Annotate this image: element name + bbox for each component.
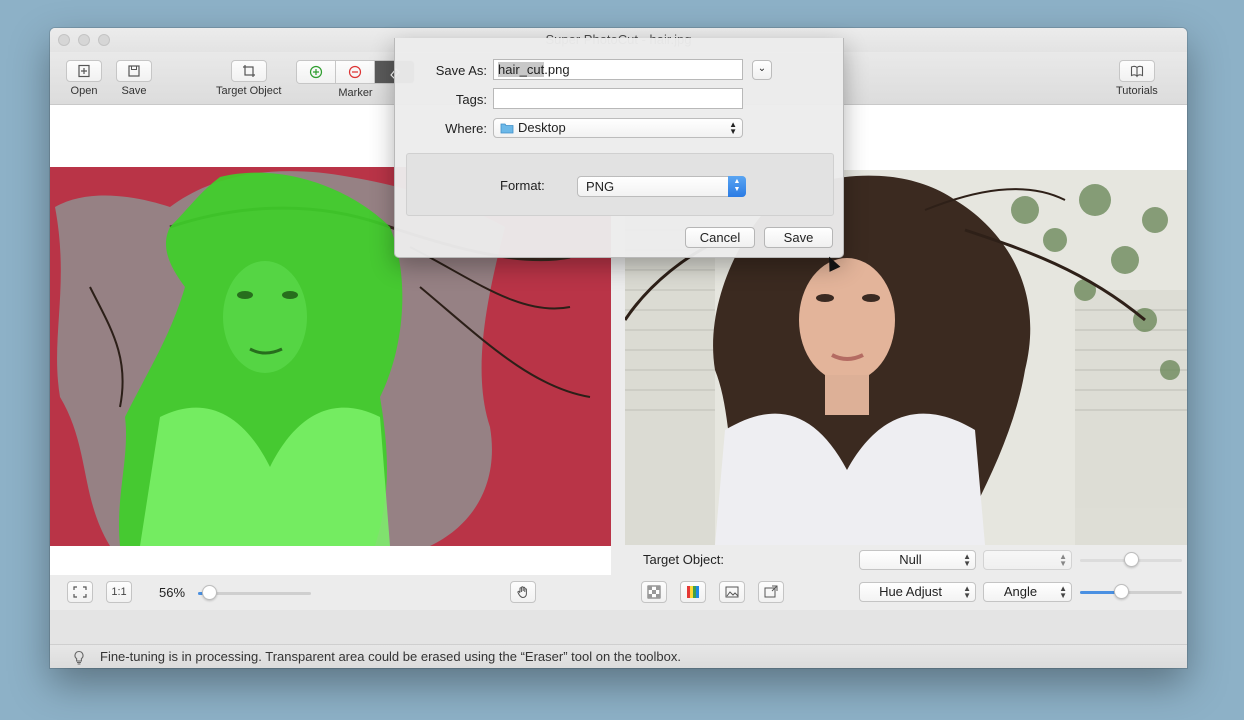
filename-field[interactable]: hair_cut.png <box>493 59 743 80</box>
save-icon <box>128 65 140 77</box>
close-window-button[interactable] <box>58 34 70 46</box>
top-slider-knob[interactable] <box>1124 552 1139 567</box>
filename-selected-text: hair_cut <box>498 62 545 77</box>
folder-icon <box>500 123 514 134</box>
transparent-bg-button[interactable] <box>641 581 667 603</box>
shutter-left <box>625 210 715 545</box>
hand-icon <box>517 586 527 599</box>
tags-field[interactable] <box>493 88 743 109</box>
book-icon <box>1130 65 1143 78</box>
filename-extension: .png <box>544 62 570 77</box>
image-icon <box>725 586 739 598</box>
target-object-value: Null <box>899 552 922 567</box>
target-object-label: Target Object <box>216 85 282 97</box>
result-controls: Target Object: Null ▲ ▼ ▲ ▼ Hue Adjust ▲ ▼ … <box>625 545 1187 610</box>
angle-value: Angle <box>1003 584 1038 599</box>
select-arrows-icon: ▲ ▼ <box>1059 584 1067 600</box>
angle-select[interactable]: Angle ▲ ▼ <box>983 582 1072 602</box>
format-label: Format: <box>500 178 545 193</box>
expand-dialog-button[interactable]: ⌄ <box>752 60 772 80</box>
select-arrows-icon: ▲ ▼ <box>963 552 971 568</box>
tutorials-label: Tutorials <box>1116 85 1158 97</box>
checkerboard-icon <box>647 585 661 599</box>
secondary-select[interactable]: ▲ ▼ <box>983 550 1072 570</box>
zoom-window-button[interactable] <box>98 34 110 46</box>
target-object-select[interactable]: Null ▲ ▼ <box>859 550 976 570</box>
popup-arrows-icon: ▲ ▼ <box>728 176 746 197</box>
hue-adjust-value: Hue Adjust <box>879 584 942 599</box>
target-object-label: Target Object: <box>643 552 724 567</box>
add-marker-button[interactable] <box>297 61 336 83</box>
fullscreen-icon <box>73 586 87 598</box>
popup-arrows-icon: ▲ ▼ <box>729 120 737 136</box>
actual-size-button[interactable]: 1:1 <box>106 581 132 603</box>
source-controls: 1:1 56% <box>50 575 611 610</box>
color-spectrum-icon <box>687 586 699 598</box>
hue-adjust-select[interactable]: Hue Adjust ▲ ▼ <box>859 582 976 602</box>
plus-circle-icon <box>309 65 323 79</box>
minimize-window-button[interactable] <box>78 34 90 46</box>
save-as-label: Save As: <box>435 63 487 78</box>
bottom-slider-knob[interactable] <box>1113 584 1129 599</box>
bottom-spacer <box>50 610 1187 644</box>
export-bg-button[interactable] <box>758 581 784 603</box>
save-label: Save <box>121 85 147 97</box>
crop-icon <box>242 65 255 77</box>
dialog-save-button[interactable]: Save <box>764 227 833 248</box>
chevron-down-icon: ⌄ <box>757 63 767 74</box>
dialog-save-label: Save <box>783 230 814 245</box>
target-object-button[interactable] <box>230 60 267 82</box>
status-message: Fine-tuning is in processing. Transparen… <box>100 649 682 664</box>
where-popup[interactable]: Desktop ▲ ▼ <box>493 118 743 138</box>
zoom-slider-knob[interactable] <box>202 585 218 600</box>
open-label: Open <box>70 85 98 97</box>
target-object-tool[interactable]: Target Object <box>216 60 281 97</box>
image-bg-button[interactable] <box>719 581 745 603</box>
open-file-icon <box>78 64 90 78</box>
cancel-button[interactable]: Cancel <box>685 227 755 248</box>
open-tool[interactable]: Open <box>66 60 102 97</box>
zoom-percentage: 56% <box>159 585 186 600</box>
minus-circle-icon <box>348 65 362 79</box>
where-label: Where: <box>445 121 487 136</box>
remove-marker-button[interactable] <box>336 61 375 83</box>
cancel-label: Cancel <box>699 230 741 245</box>
where-value: Desktop <box>518 120 566 135</box>
tutorials-button[interactable] <box>1118 60 1155 82</box>
select-arrows-icon: ▲ ▼ <box>963 584 971 600</box>
status-bar: Fine-tuning is in processing. Transparen… <box>50 644 1187 668</box>
format-options-box: Format: PNG ▲ ▼ <box>406 153 834 216</box>
select-arrows-icon: ▲ ▼ <box>1059 552 1067 568</box>
actual-size-label: 1:1 <box>111 586 127 598</box>
hand-tool-button[interactable] <box>510 581 536 603</box>
format-popup[interactable]: PNG ▲ ▼ <box>577 176 746 197</box>
save-button[interactable] <box>116 60 152 82</box>
save-tool[interactable]: Save <box>116 60 152 97</box>
image-export-icon <box>764 585 778 598</box>
tutorials-tool[interactable]: Tutorials <box>1116 60 1158 97</box>
open-button[interactable] <box>66 60 102 82</box>
color-bg-button[interactable] <box>680 581 706 603</box>
save-dialog: Save As: hair_cut.png ⌄ Tags: Where: Des… <box>394 38 844 258</box>
fit-screen-button[interactable] <box>67 581 93 603</box>
lightbulb-icon <box>74 650 84 665</box>
format-value: PNG <box>586 179 615 194</box>
tags-label: Tags: <box>455 92 487 107</box>
